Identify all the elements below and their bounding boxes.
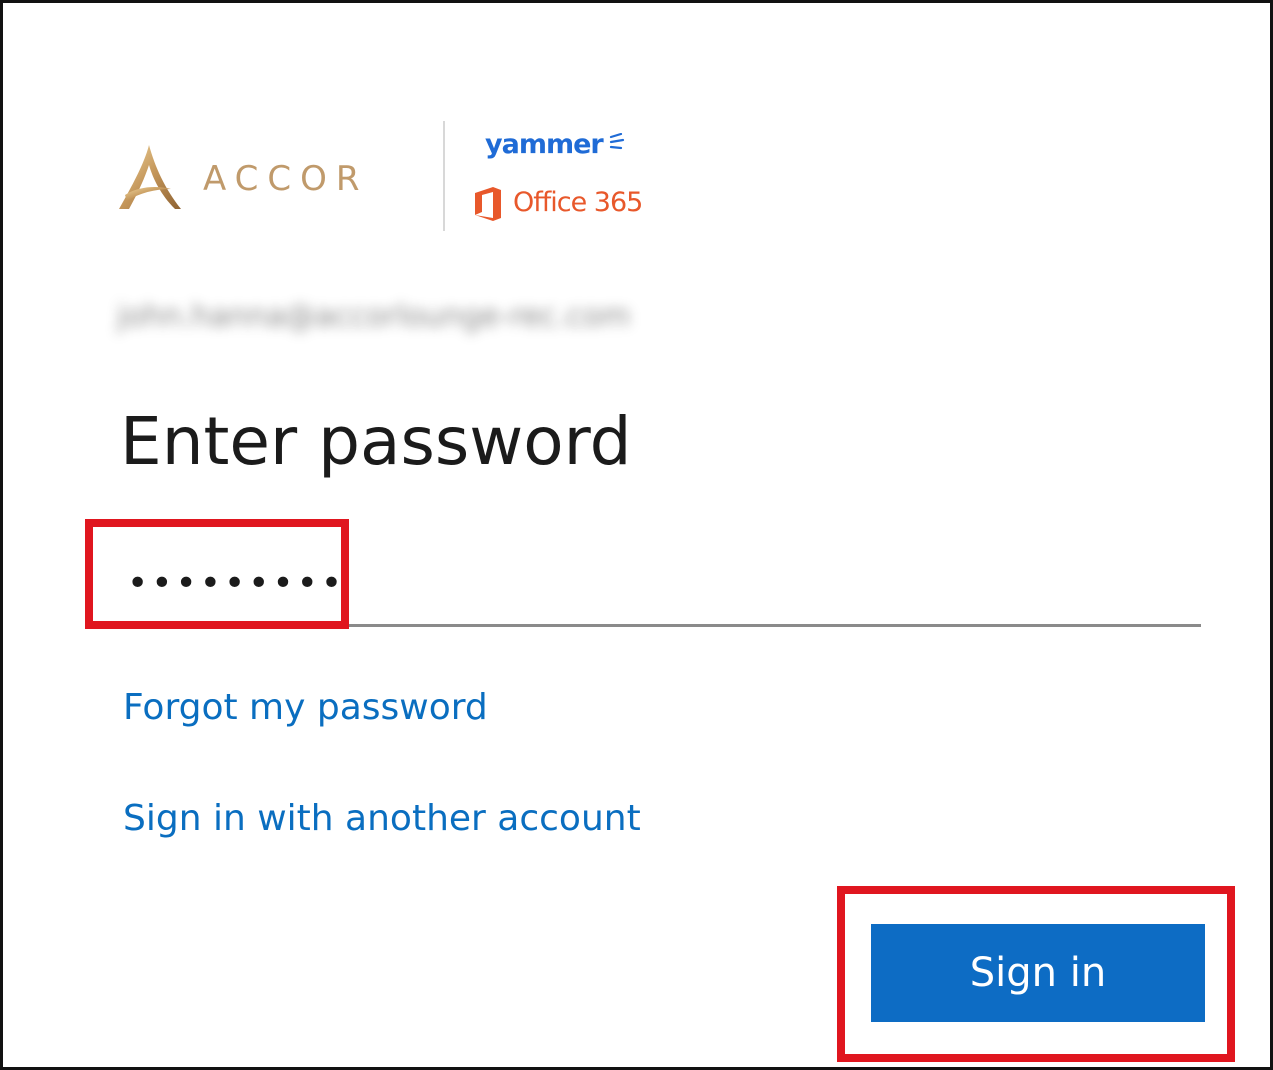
office-icon	[475, 187, 501, 221]
sign-in-dialog: ACCOR yammer Office 365 john.hanna@accor…	[0, 0, 1273, 1070]
accor-wordmark: ACCOR	[203, 159, 369, 199]
yammer-swirl-icon	[609, 133, 625, 150]
office-365-wordmark: Office 365	[513, 187, 643, 218]
yammer-logo: yammer	[485, 129, 604, 160]
accor-mountain-icon	[119, 145, 181, 209]
brand-divider	[443, 121, 445, 231]
accor-logo: ACCOR	[115, 143, 385, 213]
forgot-password-link[interactable]: Forgot my password	[123, 687, 488, 728]
page-title: Enter password	[120, 403, 632, 480]
sign-in-button[interactable]: Sign in	[871, 924, 1205, 1022]
account-email: john.hanna@accorlounge-rec.com	[117, 299, 631, 334]
sign-in-another-account-link[interactable]: Sign in with another account	[123, 798, 641, 839]
password-input[interactable]	[121, 543, 1201, 627]
